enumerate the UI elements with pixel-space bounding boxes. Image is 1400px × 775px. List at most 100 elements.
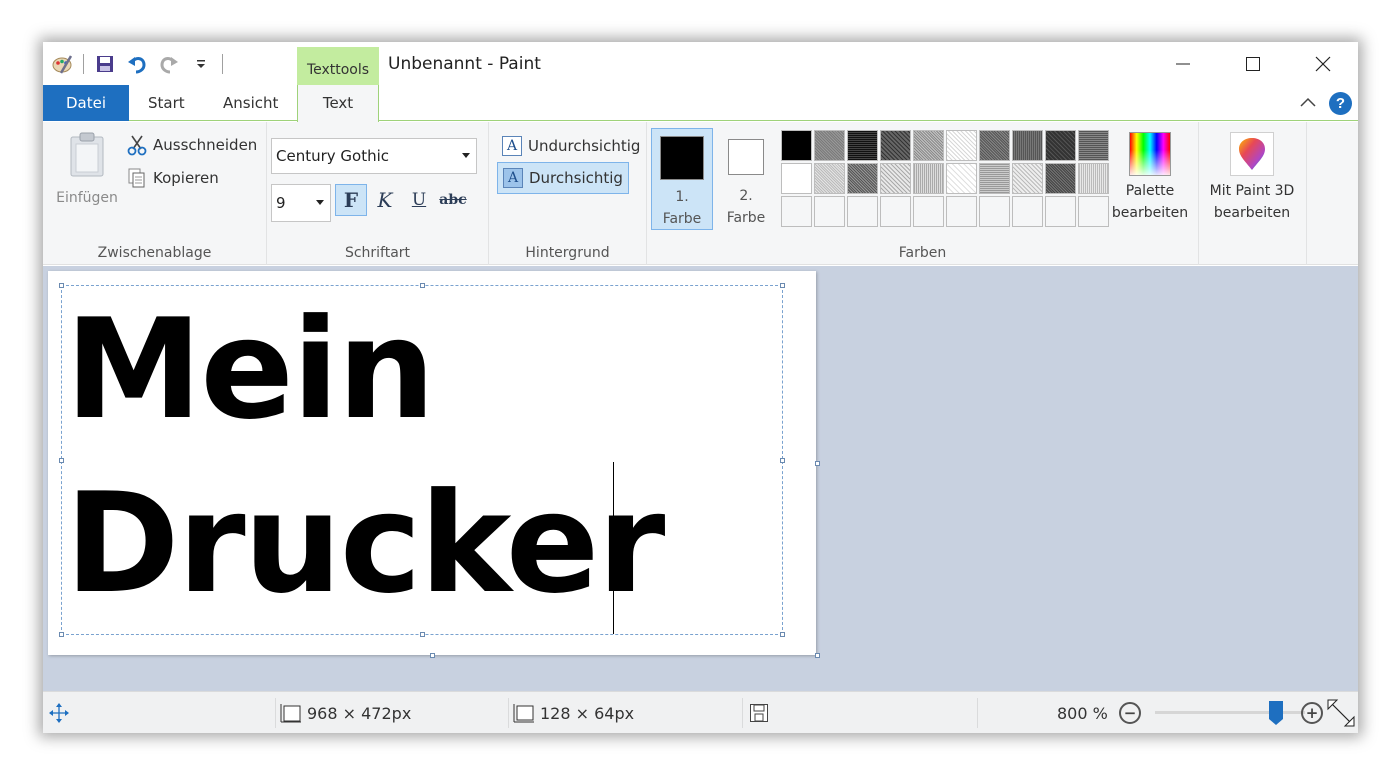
window-resize-grip[interactable] [1326, 692, 1356, 733]
bold-button[interactable]: F [335, 184, 367, 216]
opaque-label: Undurchsichtig [528, 137, 641, 155]
drawing-canvas[interactable]: Mein Drucker [48, 271, 820, 658]
paste-button[interactable]: Einfügen [51, 132, 123, 209]
resize-handle[interactable] [420, 632, 425, 637]
resize-handle[interactable] [780, 283, 785, 288]
palette-empty-slot[interactable] [1045, 196, 1076, 227]
edit-palette-button[interactable]: Palette bearbeiten [1109, 126, 1191, 224]
palette-empty-slot[interactable] [1012, 196, 1043, 227]
tab-view[interactable]: Ansicht [223, 85, 278, 121]
strikethrough-button[interactable]: abc [437, 184, 469, 216]
resize-handle[interactable] [59, 283, 64, 288]
color-spectrum-icon [1129, 132, 1171, 176]
palette-swatch[interactable] [814, 163, 845, 194]
tab-file[interactable]: Datei [43, 85, 129, 121]
canvas-resize-handle[interactable] [430, 653, 435, 658]
save-icon[interactable] [94, 53, 116, 75]
qat-divider [83, 54, 84, 74]
collapse-ribbon-button[interactable] [1298, 93, 1318, 113]
palette-swatch[interactable] [781, 163, 812, 194]
cut-button[interactable]: Ausschneiden [127, 134, 257, 156]
color2-button[interactable]: 2. Farbe [715, 128, 777, 230]
edit-palette-label-line2: bearbeiten [1111, 205, 1189, 221]
zoom-in-button[interactable]: + [1301, 702, 1323, 724]
ribbon-tab-row: Datei Start Ansicht Text ? [43, 85, 1358, 122]
resize-handle[interactable] [420, 283, 425, 288]
canvas-resize-handle[interactable] [815, 461, 820, 466]
palette-swatch[interactable] [1045, 163, 1076, 194]
status-divider [508, 698, 509, 728]
font-size-dropdown[interactable]: 9 [271, 184, 331, 222]
canvas-resize-handle[interactable] [815, 653, 820, 658]
canvas-workspace[interactable]: Mein Drucker [43, 266, 1358, 691]
close-button[interactable] [1288, 42, 1358, 85]
palette-swatch[interactable] [979, 163, 1010, 194]
maximize-button[interactable] [1218, 42, 1288, 85]
resize-handle[interactable] [59, 632, 64, 637]
palette-swatch[interactable] [946, 130, 977, 161]
paint3d-icon [1230, 132, 1274, 176]
window-controls [1148, 42, 1358, 85]
chevron-up-icon [1300, 97, 1316, 107]
palette-swatch[interactable] [913, 130, 944, 161]
resize-diagonal-icon [1327, 699, 1355, 727]
help-button[interactable]: ? [1329, 92, 1352, 115]
font-family-value: Century Gothic [276, 147, 390, 165]
palette-empty-slot[interactable] [946, 196, 977, 227]
color1-button[interactable]: 1. Farbe [651, 128, 713, 230]
chevron-down-icon [462, 153, 470, 158]
palette-empty-slot[interactable] [979, 196, 1010, 227]
palette-swatch[interactable] [814, 130, 845, 161]
group-label-background: Hintergrund [525, 245, 610, 261]
undo-icon[interactable] [126, 53, 148, 75]
palette-swatch[interactable] [1012, 130, 1043, 161]
opaque-button[interactable]: A Undurchsichtig [497, 130, 645, 162]
status-divider [977, 698, 978, 728]
transparent-button[interactable]: A Durchsichtig [497, 162, 629, 194]
group-label-font: Schriftart [344, 245, 411, 261]
status-bar: 968 × 472px 128 × 64px 800 % − + [43, 691, 1358, 733]
palette-swatch[interactable] [781, 130, 812, 161]
paint-app-icon[interactable] [51, 53, 73, 75]
palette-swatch[interactable] [880, 163, 911, 194]
group-label-colors: Farben [898, 245, 947, 261]
palette-swatch[interactable] [1045, 130, 1076, 161]
palette-empty-slot[interactable] [1078, 196, 1109, 227]
resize-handle[interactable] [59, 458, 64, 463]
copy-button[interactable]: Kopieren [127, 167, 219, 189]
palette-swatch[interactable] [913, 163, 944, 194]
palette-empty-slot[interactable] [814, 196, 845, 227]
resize-handle[interactable] [780, 632, 785, 637]
palette-empty-slot[interactable] [847, 196, 878, 227]
underline-button[interactable]: U [403, 184, 435, 216]
palette-swatch[interactable] [979, 130, 1010, 161]
italic-button[interactable]: K [369, 184, 401, 216]
palette-empty-slot[interactable] [781, 196, 812, 227]
palette-swatch[interactable] [847, 163, 878, 194]
minimize-button[interactable] [1148, 42, 1218, 85]
font-family-dropdown[interactable]: Century Gothic [271, 138, 477, 174]
palette-swatch[interactable] [946, 163, 977, 194]
palette-swatch[interactable] [1012, 163, 1043, 194]
zoom-out-button[interactable]: − [1119, 702, 1141, 724]
palette-swatch[interactable] [847, 130, 878, 161]
edit-with-paint3d-button[interactable]: Mit Paint 3D bearbeiten [1199, 126, 1305, 224]
italic-label: K [377, 188, 393, 212]
palette-swatch[interactable] [1078, 130, 1109, 161]
palette-swatch[interactable] [880, 130, 911, 161]
tab-start[interactable]: Start [148, 85, 185, 121]
palette-swatch[interactable] [1078, 163, 1109, 194]
cursor-position-indicator [49, 692, 69, 733]
zoom-slider-thumb[interactable] [1268, 700, 1284, 726]
strikethrough-label: abc [439, 192, 467, 208]
palette-empty-slot[interactable] [880, 196, 911, 227]
customize-qat-icon[interactable] [190, 53, 212, 75]
disk-icon [750, 704, 768, 722]
cut-label: Ausschneiden [153, 136, 258, 154]
palette-empty-slot[interactable] [913, 196, 944, 227]
redo-icon[interactable] [158, 53, 180, 75]
group-font: Century Gothic 9 F K U abc Schriftart [267, 122, 489, 265]
paint-window: Texttools Unbenannt - Paint Datei Start … [43, 42, 1358, 733]
resize-handle[interactable] [780, 458, 785, 463]
tab-text[interactable]: Text [297, 85, 379, 122]
